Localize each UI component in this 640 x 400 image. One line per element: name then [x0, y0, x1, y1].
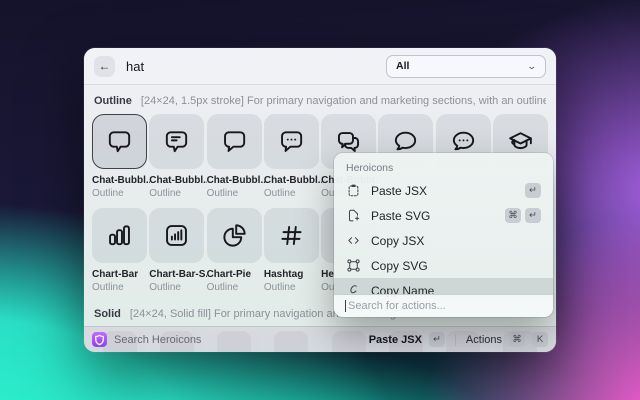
primary-action-button[interactable]: Paste JSX	[369, 334, 422, 346]
search-input[interactable]: hat	[126, 59, 144, 74]
app-label: Search Heroicons	[114, 334, 201, 346]
text-caret	[345, 300, 346, 312]
menu-item-copy-svg[interactable]: Copy SVG	[334, 253, 553, 278]
actions-search-input[interactable]: Search for actions...	[334, 294, 553, 317]
section-title: Outline	[94, 95, 132, 107]
dropdown-value: All	[396, 60, 528, 72]
actions-search-placeholder: Search for actions...	[348, 300, 446, 312]
chevron-down-icon: ⌄	[527, 61, 538, 72]
cmd-key-badge: ⌘	[505, 208, 521, 223]
menu-title: Heroicons	[334, 153, 553, 178]
actions-menu: Heroicons Paste JSX ↵ Paste SVG ⌘ ↵	[334, 153, 553, 317]
chat-bubble-oval-ellipsis-icon	[450, 128, 477, 155]
code-icon	[346, 233, 361, 248]
icon-name: Chat-Bubbl...	[92, 175, 150, 186]
k-key-badge: K	[532, 332, 548, 347]
divider	[455, 334, 456, 346]
chat-bubble-left-right-icon	[335, 128, 362, 155]
grid-item[interactable]: Chat-Bubbl... Outline	[149, 114, 204, 199]
icon-style: Outline	[92, 188, 147, 199]
search-header: ← hat All ⌄	[84, 48, 556, 85]
menu-item-paste-jsx[interactable]: Paste JSX ↵	[334, 178, 553, 203]
grid-item[interactable]: Chat-Bubbl... Outline	[264, 114, 319, 199]
grid-item[interactable]: Chart-Bar Outline	[92, 208, 147, 293]
status-bar: Search Heroicons Paste JSX ↵ Actions ⌘ K	[84, 326, 556, 352]
menu-list: Paste JSX ↵ Paste SVG ⌘ ↵ Copy JSX	[334, 178, 553, 297]
outline-section-header: Outline [24×24, 1.5px stroke] For primar…	[94, 95, 546, 107]
heroicons-logo-icon	[92, 332, 107, 347]
section-desc: [24×24, 1.5px stroke] For primary naviga…	[141, 95, 546, 107]
chat-bubble-left-icon	[221, 128, 248, 155]
enter-key-badge: ↵	[429, 332, 445, 347]
enter-key-badge: ↵	[525, 208, 541, 223]
hashtag-icon	[278, 222, 305, 249]
enter-key-badge: ↵	[525, 183, 541, 198]
chart-bar-icon	[106, 222, 133, 249]
section-title: Solid	[94, 308, 121, 320]
chat-bubble-ellipsis-icon	[278, 128, 305, 155]
cmd-key-badge: ⌘	[509, 332, 525, 347]
grid-item[interactable]: Chat-Bubbl... Outline	[92, 114, 147, 199]
academic-cap-icon	[507, 128, 534, 155]
style-filter-dropdown[interactable]: All ⌄	[386, 55, 546, 78]
document-plus-icon	[346, 208, 361, 223]
back-button[interactable]: ←	[94, 56, 115, 77]
clipboard-icon	[346, 183, 361, 198]
chat-bubble-text-icon	[163, 128, 190, 155]
grid-item[interactable]: Hashtag Outline	[264, 208, 319, 293]
frame-icon	[346, 258, 361, 273]
chart-bar-square-icon	[163, 222, 190, 249]
grid-item[interactable]: Chat-Bubbl... Outline	[207, 114, 262, 199]
chat-bubble-icon	[106, 128, 133, 155]
chat-bubble-oval-icon	[392, 128, 419, 155]
tile-selected[interactable]	[92, 114, 147, 169]
back-arrow-icon: ←	[99, 59, 111, 73]
menu-item-paste-svg[interactable]: Paste SVG ⌘ ↵	[334, 203, 553, 228]
grid-item[interactable]: Chart-Bar-S... Outline	[149, 208, 204, 293]
chart-pie-icon	[221, 222, 248, 249]
actions-button[interactable]: Actions	[466, 334, 502, 346]
grid-item[interactable]: Chart-Pie Outline	[207, 208, 262, 293]
menu-item-copy-jsx[interactable]: Copy JSX	[334, 228, 553, 253]
